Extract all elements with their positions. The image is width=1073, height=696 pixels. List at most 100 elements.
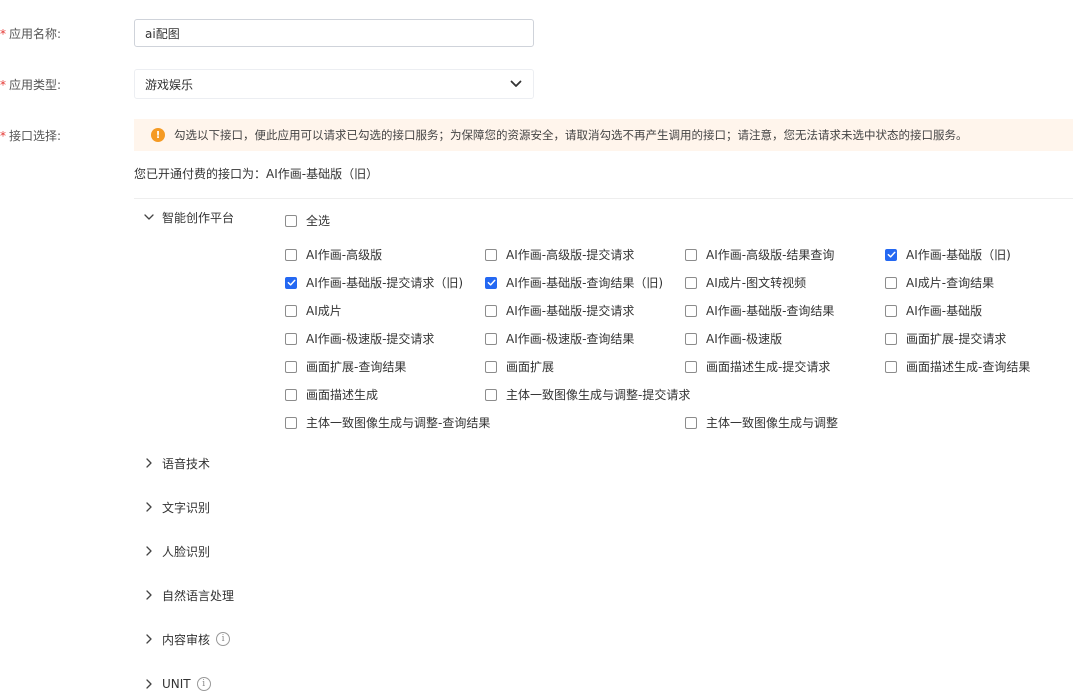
app-type-select[interactable]: 游戏娱乐 (134, 69, 534, 99)
api-checkbox-label: 主体一致图像生成与调整-查询结果 (306, 416, 491, 430)
paid-apis-note: 您已开通付费的接口为：AI作画-基础版（旧） (134, 167, 379, 181)
chevron-right-icon (140, 498, 158, 516)
checkbox-unchecked (685, 304, 697, 317)
api-checkbox-label: 画面描述生成 (306, 388, 379, 402)
api-checkbox[interactable]: AI作画-极速版 (685, 330, 782, 347)
api-checkbox[interactable]: AI作画-基础版-提交请求（旧) (285, 274, 463, 291)
api-checkbox[interactable]: AI作画-基础版（旧) (885, 246, 1011, 263)
api-select-label: * 接口选择: (0, 127, 61, 144)
api-checkbox[interactable]: AI作画-高级版-提交请求 (485, 246, 634, 263)
api-checkbox-label: AI成片 (306, 304, 342, 318)
category-label: 文字识别 (162, 500, 211, 515)
app-type-selected-value: 游戏娱乐 (145, 77, 194, 92)
api-checkbox-label: 主体一致图像生成与调整-提交请求 (506, 388, 691, 402)
checkbox-unchecked (285, 248, 297, 261)
required-mark: * (0, 27, 6, 41)
checkbox-box (285, 214, 297, 227)
api-checkbox-label: 画面扩展-提交请求 (906, 332, 1007, 346)
checkbox-unchecked (885, 360, 897, 373)
checkbox-unchecked (485, 304, 497, 317)
checkbox-unchecked (685, 360, 697, 373)
api-checkbox[interactable]: 画面描述生成 (285, 386, 378, 403)
app-name-input[interactable] (134, 19, 534, 47)
chevron-right-icon (140, 542, 158, 560)
info-icon[interactable]: i (196, 677, 211, 691)
category-ocr-toggle[interactable]: 文字识别 (140, 498, 210, 516)
api-checkbox[interactable]: 主体一致图像生成与调整-查询结果 (285, 414, 490, 431)
api-checkbox-label: AI作画-高级版-提交请求 (506, 248, 635, 262)
api-checkbox[interactable]: AI成片-查询结果 (885, 274, 994, 291)
notice-text: 勾选以下接口，便此应用可以请求已勾选的接口服务；为保障您的资源安全，请取消勾选不… (174, 128, 968, 142)
app-name-label-text: 应用名称: (9, 27, 62, 41)
api-checkbox[interactable]: AI作画-极速版-提交请求 (285, 330, 434, 347)
category-label: 智能创作平台 (162, 210, 235, 225)
api-checkbox[interactable]: AI作画-高级版 (285, 246, 382, 263)
checkbox-unchecked (685, 276, 697, 289)
checkbox-unchecked (485, 332, 497, 345)
checkbox-unchecked (685, 416, 697, 429)
info-icon[interactable]: i (216, 632, 231, 646)
chevron-down-icon (509, 77, 523, 91)
app-type-label-text: 应用类型: (9, 78, 62, 92)
category-face-toggle[interactable]: 人脸识别 (140, 542, 210, 560)
api-checkbox-label: 画面扩展 (506, 360, 555, 374)
category-speech-toggle[interactable]: 语音技术 (140, 454, 210, 472)
api-checkbox[interactable]: 画面扩展-提交请求 (885, 330, 1006, 347)
api-checkbox[interactable]: 画面描述生成-查询结果 (885, 358, 1030, 375)
chevron-right-icon (140, 675, 158, 693)
app-name-label: * 应用名称: (0, 25, 61, 42)
warning-icon: ! (151, 128, 165, 142)
api-checkbox-label: AI作画-基础版-提交请求（旧) (306, 276, 464, 290)
category-smart-creation-toggle[interactable]: 智能创作平台 (140, 208, 234, 226)
checkbox-checked (885, 248, 897, 261)
api-checkbox[interactable]: AI作画-极速版-查询结果 (485, 330, 634, 347)
api-checkbox[interactable]: 主体一致图像生成与调整 (685, 414, 838, 431)
api-checkbox-label: 画面描述生成-提交请求 (706, 360, 831, 374)
api-checkbox[interactable]: AI成片-图文转视频 (685, 274, 806, 291)
checkbox-unchecked (485, 360, 497, 373)
api-checkbox[interactable]: AI作画-高级版-结果查询 (685, 246, 834, 263)
api-checkbox-label: AI作画-基础版-查询结果（旧) (506, 276, 664, 290)
checkbox-unchecked (285, 416, 297, 429)
api-checkbox-label: AI作画-基础版-提交请求 (506, 304, 635, 318)
api-checkbox[interactable]: AI作画-基础版 (885, 302, 982, 319)
chevron-right-icon (140, 630, 158, 648)
api-checkbox-label: AI作画-基础版（旧) (906, 248, 1011, 262)
api-checkbox[interactable]: 主体一致图像生成与调整-提交请求 (485, 386, 690, 403)
api-checkbox-label: AI作画-基础版-查询结果 (706, 304, 835, 318)
category-moderation-toggle[interactable]: 内容审核 i (140, 630, 231, 648)
required-mark: * (0, 129, 6, 143)
checkbox-unchecked (685, 332, 697, 345)
checkbox-unchecked (685, 248, 697, 261)
category-label: 人脸识别 (162, 544, 211, 559)
api-checkbox-label: AI作画-高级版-结果查询 (706, 248, 835, 262)
checkbox-unchecked (485, 248, 497, 261)
category-nlp-toggle[interactable]: 自然语言处理 (140, 586, 234, 604)
api-checkbox-label: AI作画-基础版 (906, 304, 983, 318)
category-label: 内容审核 (162, 632, 211, 647)
category-label: UNIT (162, 677, 191, 691)
api-checkbox[interactable]: AI作画-基础版-查询结果 (685, 302, 834, 319)
chevron-down-icon (140, 208, 158, 226)
select-all-checkbox[interactable]: 全选 (285, 212, 330, 229)
api-checkbox[interactable]: 画面扩展-查询结果 (285, 358, 406, 375)
api-checkbox[interactable]: AI作画-基础版-查询结果（旧) (485, 274, 663, 291)
api-checkbox-label: AI作画-极速版-查询结果 (506, 332, 635, 346)
api-checkbox-label: AI作画-高级版 (306, 248, 383, 262)
checkbox-unchecked (285, 360, 297, 373)
chevron-right-icon (140, 454, 158, 472)
checkbox-unchecked (885, 304, 897, 317)
checkbox-unchecked (485, 388, 497, 401)
api-checkbox[interactable]: AI成片 (285, 302, 342, 319)
api-checkbox[interactable]: 画面扩展 (485, 358, 554, 375)
api-checkbox-label: AI成片-查询结果 (906, 276, 995, 290)
api-checkbox[interactable]: 画面描述生成-提交请求 (685, 358, 830, 375)
api-checkbox-label: 画面扩展-查询结果 (306, 360, 407, 374)
api-checkbox[interactable]: AI作画-基础版-提交请求 (485, 302, 634, 319)
category-unit-toggle[interactable]: UNIT i (140, 675, 211, 693)
divider (134, 198, 1073, 199)
checkbox-unchecked (885, 276, 897, 289)
checkbox-unchecked (885, 332, 897, 345)
category-label: 语音技术 (162, 456, 211, 471)
app-type-label: * 应用类型: (0, 76, 61, 93)
